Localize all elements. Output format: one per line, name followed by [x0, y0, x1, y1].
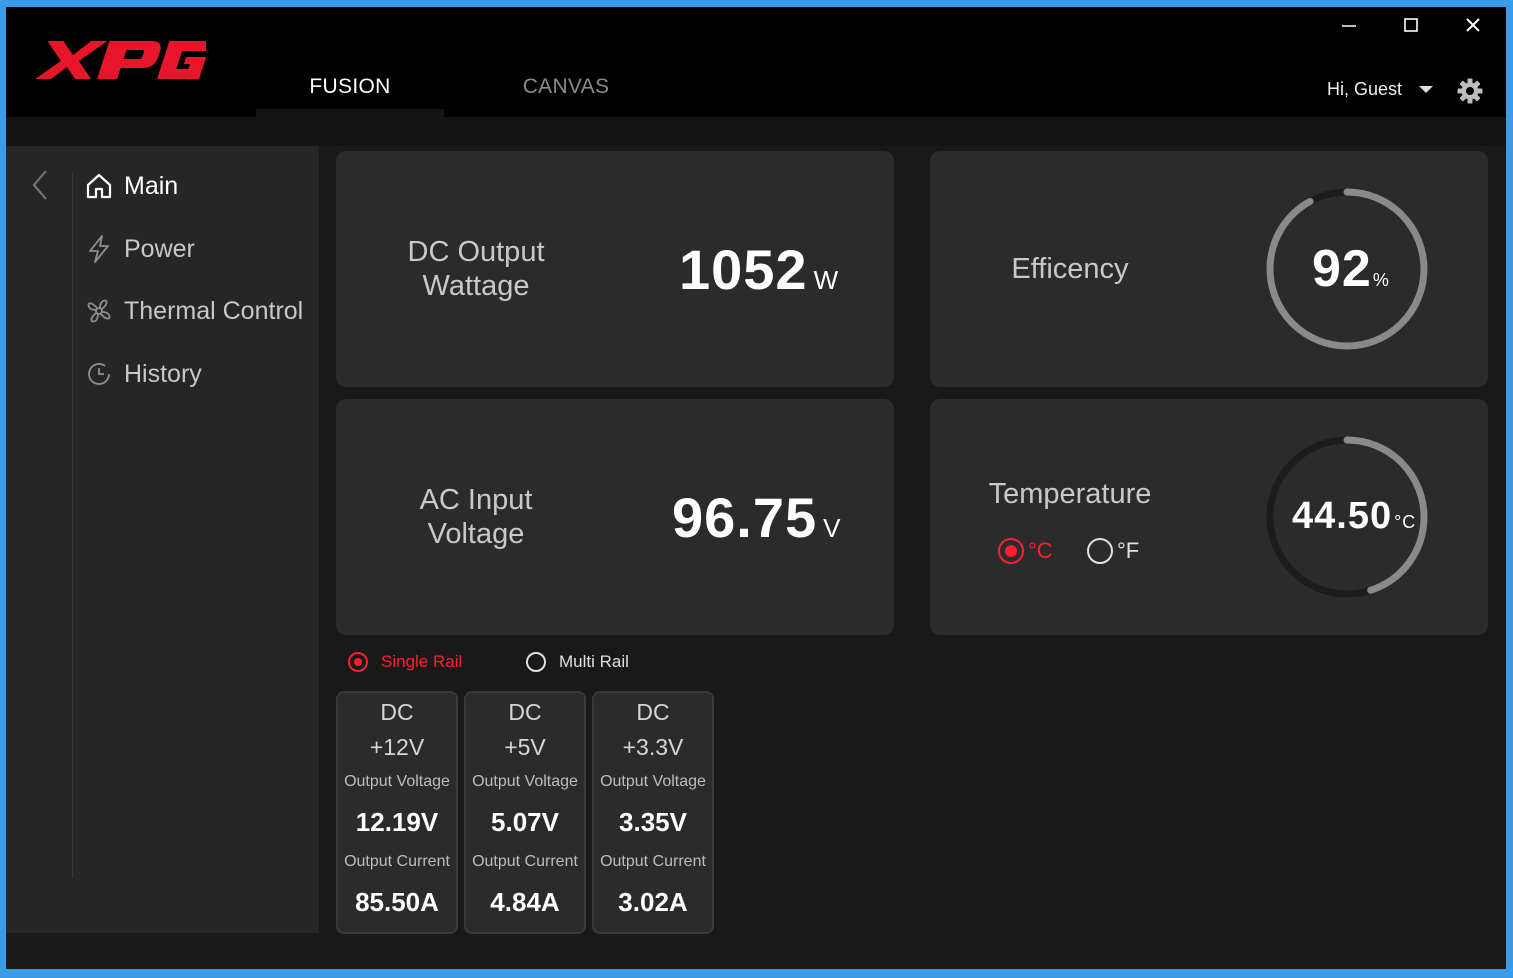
sidebar-item-thermal-control[interactable]: Thermal Control: [84, 296, 303, 326]
gear-icon[interactable]: [1456, 77, 1484, 110]
rail-type: DC: [636, 699, 670, 725]
rail-voltage-name: +12V: [369, 734, 425, 760]
single-rail-label: Single Rail: [381, 652, 463, 671]
sidebar-item-label: History: [124, 359, 202, 388]
collapse-sidebar-button[interactable]: [30, 168, 50, 207]
fahrenheit-radio[interactable]: °F: [1087, 538, 1139, 564]
rail-type: DC: [508, 699, 542, 725]
xpg-logo: [35, 33, 212, 88]
ac-input-value-group: 96.75 V: [672, 485, 841, 550]
maximize-button[interactable]: [1391, 11, 1431, 41]
sidebar-item-label: Power: [124, 234, 195, 263]
temperature-label: Temperature: [988, 478, 1152, 510]
celsius-radio[interactable]: °C: [998, 538, 1053, 564]
output-current-value: 4.84A: [490, 887, 560, 917]
ac-input-card: AC Input Voltage 96.75 V: [336, 399, 894, 635]
rail-voltage-name: +5V: [504, 734, 546, 760]
chevron-down-icon[interactable]: [1419, 86, 1433, 93]
tab-canvas[interactable]: CANVAS: [476, 73, 656, 98]
radio-button-selected[interactable]: [998, 538, 1024, 564]
rail-card-5v: DC +5V Output Voltage 5.07V Output Curre…: [464, 691, 586, 934]
dc-output-label: DC Output Wattage: [376, 235, 576, 303]
output-voltage-label: Output Voltage: [472, 773, 578, 790]
dc-output-card: DC Output Wattage 1052 W: [336, 151, 894, 387]
temperature-card: Temperature °C °F 44.50 °C: [930, 399, 1488, 635]
dc-output-unit: W: [813, 265, 840, 295]
rail-type: DC: [380, 699, 414, 725]
efficiency-value: 92: [1312, 240, 1372, 298]
dc-output-value-group: 1052 W: [679, 237, 839, 302]
output-current-label: Output Current: [344, 853, 450, 870]
dc-output-label-line2: Wattage: [422, 270, 530, 302]
tab-fusion-label: FUSION: [309, 75, 391, 98]
sidebar-item-history[interactable]: History: [84, 359, 202, 389]
chevron-left-icon: [32, 170, 47, 200]
user-greeting[interactable]: Hi, Guest: [1327, 79, 1402, 100]
sidebar-divider: [72, 173, 73, 878]
rail-voltage-name: +3.3V: [622, 734, 684, 760]
temperature-unit: °C: [1394, 512, 1417, 532]
radio-button-selected[interactable]: [348, 652, 368, 672]
ac-input-label-line1: AC Input: [419, 484, 533, 516]
fan-icon: [84, 296, 114, 326]
radio-button[interactable]: [526, 652, 546, 672]
single-rail-radio[interactable]: Single Rail: [348, 652, 462, 672]
sub-header-bar: [6, 117, 1506, 146]
close-icon: [1466, 18, 1480, 32]
multi-rail-label: Multi Rail: [559, 652, 629, 671]
app-window: FUSION CANVAS Hi, Guest Main Power Therm…: [6, 7, 1506, 969]
efficiency-card: Efficency 92%: [930, 151, 1488, 387]
temperature-value: 44.50: [1292, 495, 1393, 537]
close-button[interactable]: [1453, 11, 1493, 41]
temperature-value-group: 44.50 °C: [1292, 495, 1416, 538]
sidebar-item-power[interactable]: Power: [84, 234, 195, 264]
output-voltage-value: 12.19V: [355, 807, 439, 837]
celsius-label: °C: [1028, 538, 1053, 563]
maximize-icon: [1404, 18, 1418, 32]
sidebar-item-label: Main: [124, 171, 179, 200]
fahrenheit-label: °F: [1117, 538, 1140, 563]
multi-rail-radio[interactable]: Multi Rail: [526, 652, 629, 672]
output-current-value: 3.02A: [618, 887, 688, 917]
title-bar: FUSION CANVAS Hi, Guest: [6, 7, 1506, 117]
ac-input-value: 96.75: [672, 486, 818, 549]
output-voltage-value: 3.35V: [619, 807, 687, 837]
sidebar-item-label: Thermal Control: [124, 296, 304, 325]
clock-icon: [84, 359, 114, 389]
bolt-icon: [84, 234, 114, 264]
rail-card-3v3: DC +3.3V Output Voltage 3.35V Output Cur…: [592, 691, 714, 934]
ac-input-label: AC Input Voltage: [376, 483, 576, 551]
output-voltage-label: Output Voltage: [344, 773, 450, 790]
output-voltage-label: Output Voltage: [600, 773, 706, 790]
output-current-value: 85.50A: [355, 887, 439, 917]
rail-card-12v: DC +12V Output Voltage 12.19V Output Cur…: [336, 691, 458, 934]
efficiency-label: Efficency: [1011, 253, 1129, 285]
sidebar-item-main[interactable]: Main: [84, 171, 178, 201]
dc-output-label-line1: DC Output: [407, 236, 545, 268]
ac-input-unit: V: [823, 513, 842, 543]
home-icon: [84, 171, 114, 201]
minimize-icon: [1342, 25, 1356, 27]
minimize-button[interactable]: [1329, 11, 1369, 41]
tab-canvas-label: CANVAS: [522, 75, 610, 98]
efficiency-value-group: 92%: [1312, 239, 1390, 299]
sidebar: Main Power Thermal Control History: [6, 146, 319, 933]
output-current-label: Output Current: [472, 853, 578, 870]
radio-button[interactable]: [1087, 538, 1113, 564]
efficiency-unit: %: [1372, 270, 1390, 290]
tab-fusion[interactable]: FUSION: [256, 73, 444, 117]
output-current-label: Output Current: [600, 853, 706, 870]
ac-input-label-line2: Voltage: [427, 518, 525, 550]
dc-output-value: 1052: [679, 238, 808, 301]
output-voltage-value: 5.07V: [491, 807, 559, 837]
